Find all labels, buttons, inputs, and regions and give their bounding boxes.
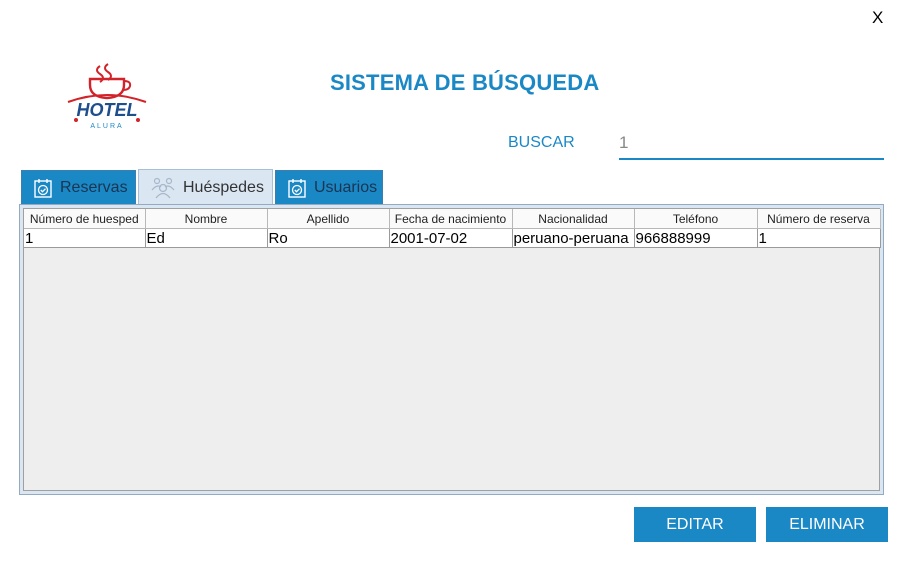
page-title: SISTEMA DE BÚSQUEDA xyxy=(330,70,600,95)
tab-panel: Número de huesped Nombre Apellido Fecha … xyxy=(19,204,884,495)
guests-icon xyxy=(151,177,175,199)
edit-button[interactable]: EDITAR xyxy=(634,507,756,542)
guests-table-scroll[interactable]: Número de huesped Nombre Apellido Fecha … xyxy=(23,208,881,491)
column-header[interactable]: Apellido xyxy=(267,209,390,229)
hotel-alura-logo: HOTEL ALURA xyxy=(60,62,150,137)
table-cell[interactable]: 1 xyxy=(24,228,146,248)
close-button[interactable]: X xyxy=(872,8,883,28)
table-cell[interactable]: 1 xyxy=(757,228,881,248)
column-header[interactable]: Nacionalidad xyxy=(512,209,635,229)
table-row[interactable]: 1 Ed Ro 2001-07-02 peruano-peruana 96688… xyxy=(24,228,881,248)
coffee-cup-icon: HOTEL ALURA xyxy=(67,63,147,130)
calendar-check-icon xyxy=(288,178,306,198)
column-header[interactable]: Número de reserva xyxy=(757,209,881,229)
delete-button[interactable]: ELIMINAR xyxy=(766,507,888,542)
svg-text:HOTEL: HOTEL xyxy=(77,100,138,120)
table-cell[interactable]: Ed xyxy=(145,228,268,248)
guests-table: Número de huesped Nombre Apellido Fecha … xyxy=(24,209,881,248)
table-cell[interactable]: 2001-07-02 xyxy=(389,228,513,248)
tab-label: Huéspedes xyxy=(183,178,264,196)
tab-usuarios[interactable]: Usuarios xyxy=(275,170,383,204)
column-header[interactable]: Nombre xyxy=(145,209,268,229)
table-header-row: Número de huesped Nombre Apellido Fecha … xyxy=(24,209,881,229)
tab-huespedes[interactable]: Huéspedes xyxy=(138,169,273,205)
table-cell[interactable]: peruano-peruana xyxy=(512,228,635,248)
search-input[interactable] xyxy=(619,128,884,160)
svg-text:ALURA: ALURA xyxy=(90,123,123,130)
table-cell[interactable]: Ro xyxy=(267,228,390,248)
search-label: BUSCAR xyxy=(508,134,575,151)
column-header[interactable]: Teléfono xyxy=(634,209,758,229)
column-header[interactable]: Número de huesped xyxy=(24,209,146,229)
tab-label: Usuarios xyxy=(314,178,378,196)
table-cell[interactable]: 966888999 xyxy=(634,228,758,248)
calendar-check-icon xyxy=(34,178,52,198)
column-header[interactable]: Fecha de nacimiento xyxy=(389,209,513,229)
tab-label: Reservas xyxy=(60,178,128,196)
tab-reservas[interactable]: Reservas xyxy=(21,170,136,204)
